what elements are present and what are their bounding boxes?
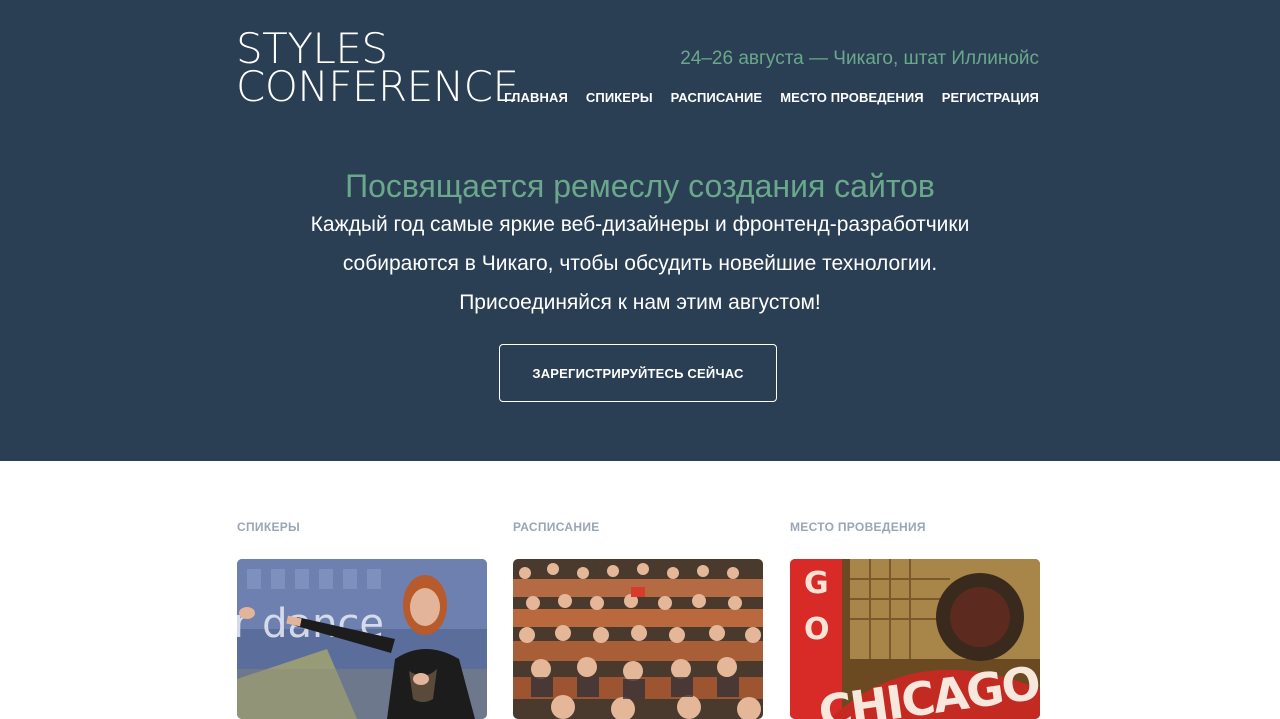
- svg-text:O: O: [804, 612, 830, 647]
- hero-line-1: Каждый год самые яркие веб-дизайнеры и ф…: [310, 213, 970, 236]
- svg-text:G: G: [804, 566, 829, 601]
- main-nav: ГЛАВНАЯ СПИКЕРЫ РАСПИСАНИЕ МЕСТО ПРОВЕДЕ…: [504, 90, 1039, 105]
- hero-title: Посвящается ремеслу создания сайтов: [345, 168, 935, 204]
- venue-teaser: МЕСТО ПРОВЕДЕНИЯ G O CHICAGO: [790, 520, 1040, 719]
- venue-label: МЕСТО ПРОВЕДЕНИЯ: [790, 520, 926, 534]
- hero-line-3: Присоединяйся к нам этим августом!: [459, 291, 821, 314]
- logo-line-2: CONFERENCE: [236, 62, 519, 111]
- nav-item-speakers[interactable]: СПИКЕРЫ: [586, 90, 653, 105]
- hero-description: Каждый год самые яркие веб-дизайнеры и ф…: [0, 205, 1280, 322]
- hero-section: STYLES CONFERENCE 24–26 августа — Чикаго…: [0, 0, 1280, 461]
- nav-item-schedule[interactable]: РАСПИСАНИЕ: [671, 90, 763, 105]
- speaker-photo[interactable]: r dance: [237, 559, 487, 719]
- schedule-label: РАСПИСАНИЕ: [513, 520, 600, 534]
- speakers-label: СПИКЕРЫ: [237, 520, 301, 534]
- register-now-button[interactable]: ЗАРЕГИСТРИРУЙТЕСЬ СЕЙЧАС: [499, 344, 777, 402]
- schedule-teaser: РАСПИСАНИЕ: [513, 520, 763, 719]
- audience-photo[interactable]: [513, 559, 763, 719]
- hero-line-2: собираются в Чикаго, чтобы обсудить нове…: [342, 252, 938, 275]
- chicago-theatre-sign-photo[interactable]: G O CHICAGO: [790, 559, 1040, 719]
- nav-item-home[interactable]: ГЛАВНАЯ: [504, 90, 568, 105]
- nav-item-register[interactable]: РЕГИСТРАЦИЯ: [942, 90, 1039, 105]
- nav-item-venue[interactable]: МЕСТО ПРОВЕДЕНИЯ: [780, 90, 924, 105]
- speakers-teaser: СПИКЕРЫ r dance: [237, 520, 487, 719]
- event-tagline: 24–26 августа — Чикаго, штат Иллинойс: [680, 48, 1039, 69]
